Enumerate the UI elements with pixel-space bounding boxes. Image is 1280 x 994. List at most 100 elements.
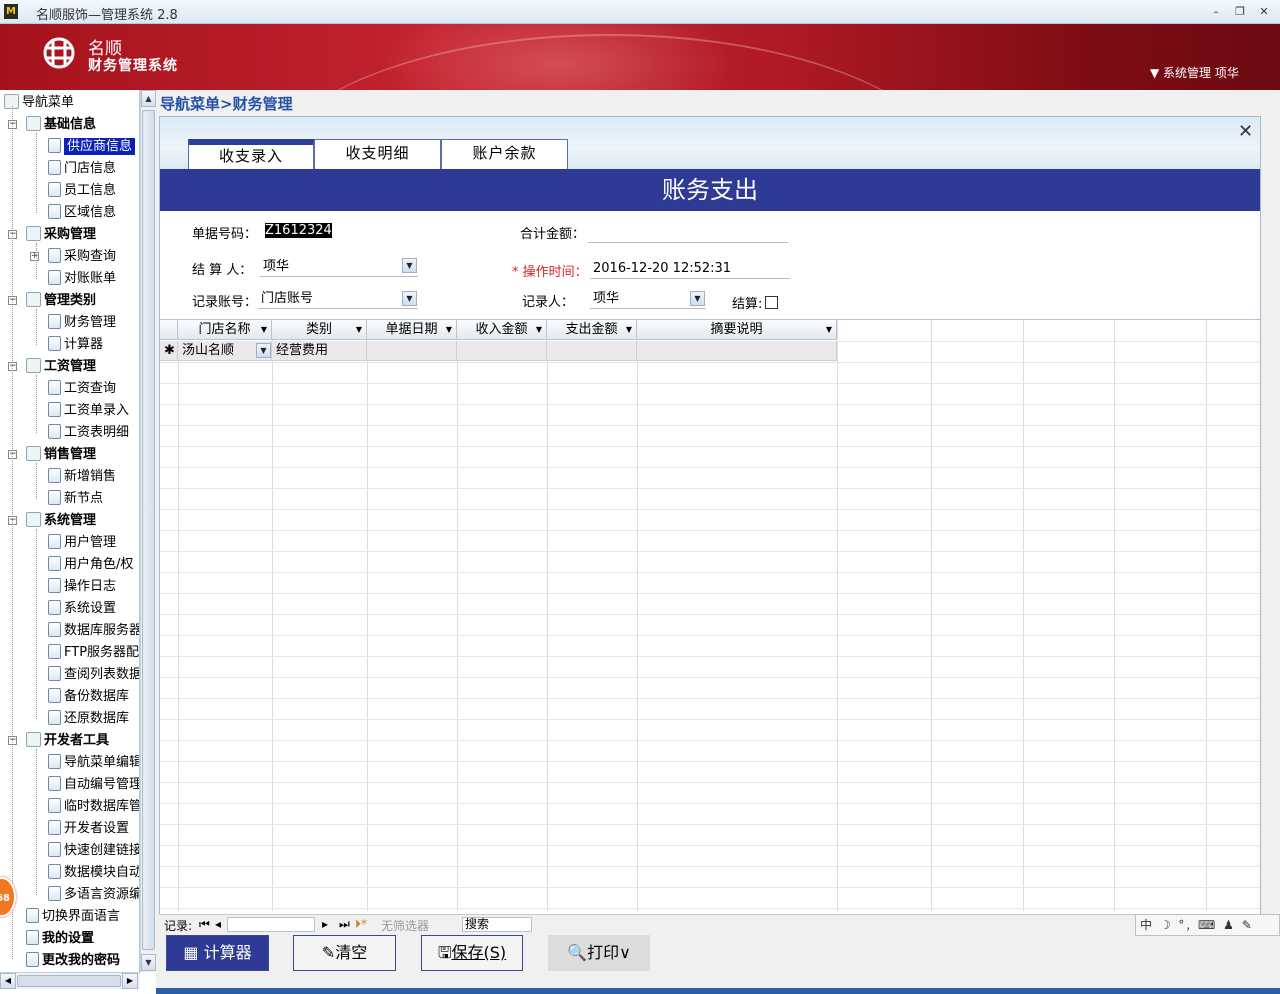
tree-item-5-6[interactable]: 查阅列表数据: [48, 665, 139, 685]
print-button[interactable]: 🔍打印∨: [548, 935, 650, 971]
account-select[interactable]: 门店账号: [258, 289, 418, 309]
tree-item-5-7[interactable]: 备份数据库: [48, 687, 129, 707]
ime-toolbar[interactable]: 中 ☽ °, ⌨ ♟ ✎: [1135, 914, 1280, 936]
grid-header-2[interactable]: 单据日期 ▼: [367, 320, 457, 340]
tree-item-5-5[interactable]: FTP服务器配: [48, 643, 139, 663]
tree-item-6-5[interactable]: 数据模块自动: [48, 863, 139, 883]
hscroll-thumb[interactable]: [17, 975, 121, 987]
tree-extra-2[interactable]: 更改我的密码: [26, 951, 120, 971]
recorder-select[interactable]: 项华: [590, 289, 706, 309]
tree-group-2[interactable]: 管理类别: [26, 291, 96, 311]
first-record-icon[interactable]: ⏮: [199, 917, 210, 932]
new-record-icon[interactable]: ⏵*: [355, 917, 367, 932]
tree-item-3-0[interactable]: 工资查询: [48, 379, 116, 399]
sort-dropdown-icon[interactable]: ▼: [356, 320, 362, 340]
tree-item-5-2[interactable]: 操作日志: [48, 577, 116, 597]
restore-button[interactable]: ❐: [1230, 3, 1250, 20]
tab-income-expense-entry[interactable]: 收支录入: [188, 139, 314, 169]
grid-select-all[interactable]: [160, 320, 178, 340]
sort-dropdown-icon[interactable]: ▼: [626, 320, 632, 340]
tree-group-5[interactable]: 系统管理: [26, 511, 96, 531]
tree-item-6-0[interactable]: 导航菜单编辑: [48, 753, 139, 773]
grid-header-4[interactable]: 支出金额 ▼: [547, 320, 637, 340]
tree-group-3[interactable]: 工资管理: [26, 357, 96, 377]
grid-header-0[interactable]: 门店名称 ▼: [178, 320, 272, 340]
sort-dropdown-icon[interactable]: ▼: [826, 320, 832, 340]
tree-item-4-0[interactable]: 新增销售: [48, 467, 116, 487]
tree-item-6-3[interactable]: 开发者设置: [48, 819, 129, 839]
close-icon[interactable]: ✕: [1238, 121, 1253, 142]
save-button[interactable]: 🖫保存(S): [421, 935, 523, 971]
search-box[interactable]: 搜索: [462, 917, 532, 932]
next-record-icon[interactable]: ▸: [322, 917, 328, 931]
tree-item-0-3[interactable]: 区域信息: [48, 203, 116, 223]
grid-header-3[interactable]: 收入金额 ▼: [457, 320, 547, 340]
settled-checkbox[interactable]: [765, 296, 778, 309]
tree-item-1-1[interactable]: 对账账单: [48, 269, 116, 289]
tree-group-6[interactable]: 开发者工具: [26, 731, 109, 751]
clear-button[interactable]: ✎清空: [293, 935, 396, 971]
tree-item-0-1[interactable]: 门店信息: [48, 159, 116, 179]
sidebar-vertical-scrollbar[interactable]: ▲ ▼: [140, 90, 156, 972]
filter-status[interactable]: 无筛选器: [381, 917, 429, 934]
calculator-button[interactable]: ▦ 计算器: [166, 935, 269, 971]
tree-root[interactable]: 导航菜单: [4, 93, 74, 113]
optime-field[interactable]: 2016-12-20 12:52:31: [590, 259, 790, 279]
scroll-thumb[interactable]: [142, 110, 155, 950]
tree-item-4-1[interactable]: 新节点: [48, 489, 103, 509]
tree-extra-1[interactable]: 我的设置: [26, 929, 94, 949]
close-window-button[interactable]: ✕: [1254, 3, 1274, 20]
prev-record-icon[interactable]: ◂: [215, 917, 221, 931]
chevron-down-icon[interactable]: ▼: [256, 343, 271, 358]
tree-item-6-2[interactable]: 临时数据库管: [48, 797, 139, 817]
scroll-right-icon[interactable]: ▶: [122, 973, 138, 989]
last-record-icon[interactable]: ⏭: [339, 917, 350, 932]
tree-item-6-6[interactable]: 多语言资源编: [48, 885, 139, 905]
tree-item-5-0[interactable]: 用户管理: [48, 533, 116, 553]
tree-item-5-4[interactable]: 数据库服务器: [48, 621, 139, 641]
tree-item-5-3[interactable]: 系统设置: [48, 599, 116, 619]
chevron-down-icon[interactable]: ▼: [690, 291, 705, 306]
table-cell[interactable]: 经营费用: [272, 341, 367, 361]
tree-item-6-1[interactable]: 自动编号管理: [48, 775, 139, 795]
settler-select[interactable]: 项华: [260, 257, 418, 277]
tree-item-3-1[interactable]: 工资单录入: [48, 401, 129, 421]
data-grid[interactable]: 门店名称 ▼ 类别 ▼ 单据日期 ▼ 收入金额 ▼ 支出金额 ▼ 摘要说明 ▼ ✱ 汤山名顺 ▼ 经营费用: [160, 319, 1260, 911]
tab-income-expense-detail[interactable]: 收支明细: [314, 139, 441, 169]
sort-dropdown-icon[interactable]: ▼: [536, 320, 542, 340]
tree-group-1[interactable]: 采购管理: [26, 225, 96, 245]
tree-extra-0[interactable]: 切换界面语言: [26, 907, 120, 927]
expand-toggle-icon[interactable]: +: [30, 252, 39, 261]
tree-item-2-0[interactable]: 财务管理: [48, 313, 116, 333]
grid-header-1[interactable]: 类别 ▼: [272, 320, 367, 340]
tree-group-4[interactable]: 销售管理: [26, 445, 96, 465]
tree-item-2-1[interactable]: 计算器: [48, 335, 103, 355]
scroll-down-icon[interactable]: ▼: [141, 954, 156, 971]
tree-item-0-2[interactable]: 员工信息: [48, 181, 116, 201]
tab-account-balance[interactable]: 账户余款: [441, 139, 568, 169]
sort-dropdown-icon[interactable]: ▼: [446, 320, 452, 340]
scroll-left-icon[interactable]: ◀: [0, 973, 16, 989]
table-cell[interactable]: [367, 341, 457, 361]
tree-item-3-2[interactable]: 工资表明细: [48, 423, 129, 443]
grid-header-5[interactable]: 摘要说明 ▼: [637, 320, 837, 340]
record-number-input[interactable]: [227, 917, 315, 932]
tree-item-1-0[interactable]: 采购查询: [48, 247, 116, 267]
table-cell[interactable]: [637, 341, 837, 361]
table-cell[interactable]: [457, 341, 547, 361]
tree-item-6-4[interactable]: 快速创建链接: [48, 841, 139, 861]
tree-item-5-8[interactable]: 还原数据库: [48, 709, 129, 729]
tree-item-0-0[interactable]: 供应商信息: [48, 137, 136, 157]
table-cell[interactable]: [547, 341, 637, 361]
sort-dropdown-icon[interactable]: ▼: [261, 320, 267, 340]
tree-group-0[interactable]: 基础信息: [26, 115, 96, 135]
scroll-up-icon[interactable]: ▲: [141, 90, 156, 107]
chevron-down-icon[interactable]: ▼: [402, 258, 417, 273]
total-field[interactable]: [588, 223, 788, 243]
minimize-button[interactable]: –: [1206, 3, 1226, 20]
doc-no-field[interactable]: Z1612324: [262, 221, 460, 241]
chevron-down-icon[interactable]: ▼: [402, 291, 417, 306]
tree-item-5-1[interactable]: 用户角色/权: [48, 555, 133, 575]
current-user-menu[interactable]: ▼ 系统管理 项华: [1150, 64, 1239, 81]
sidebar-horizontal-scrollbar[interactable]: ◀ ▶: [0, 972, 140, 989]
